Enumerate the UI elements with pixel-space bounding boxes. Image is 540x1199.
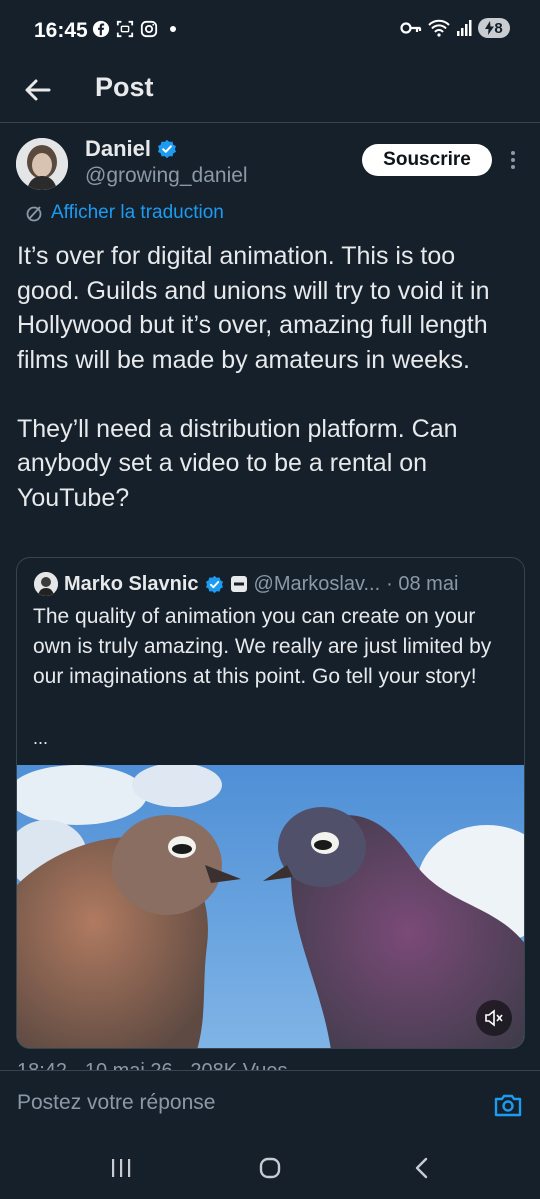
quoted-post-date: · 08 mai: [386, 572, 459, 595]
screenshot-icon: [116, 20, 134, 38]
quoted-author-avatar: [34, 572, 58, 596]
speaker-muted-icon: [485, 1009, 503, 1027]
recents-icon[interactable]: [110, 1158, 132, 1178]
quoted-post-ellipsis: ...: [33, 728, 49, 748]
wifi-icon: [428, 19, 450, 37]
reply-input[interactable]: [17, 1091, 457, 1115]
charging-bolt-icon: [485, 21, 495, 35]
battery-indicator: 8: [478, 18, 510, 38]
nav-back-icon[interactable]: [414, 1157, 430, 1179]
quoted-post[interactable]: Marko Slavnic @Markoslav... · 08 mai The…: [16, 557, 525, 1049]
post-text: It’s over for digital animation. This is…: [17, 242, 490, 512]
verified-badge-icon: [158, 139, 177, 159]
translate-label[interactable]: Afficher la traduction: [51, 202, 224, 224]
facebook-icon: [92, 20, 110, 38]
status-time: 16:45: [34, 19, 88, 42]
subscribe-button[interactable]: Souscrire: [362, 144, 492, 176]
author-avatar-image: [16, 138, 68, 190]
top-app-bar: Post: [0, 60, 540, 122]
battery-level: 8: [494, 19, 503, 37]
status-bar: 16:45 8: [0, 0, 540, 60]
quoted-post-text: The quality of animation you can create …: [33, 605, 492, 688]
status-notification-icons: [92, 20, 176, 38]
status-system-icons: 8: [400, 18, 510, 38]
instagram-icon: [140, 20, 158, 38]
camera-icon[interactable]: [493, 1090, 523, 1120]
more-notifications-dot: [170, 26, 176, 32]
quoted-post-video[interactable]: [17, 765, 524, 1048]
home-icon[interactable]: [259, 1157, 281, 1179]
reply-bar: [0, 1070, 540, 1138]
author-name[interactable]: Daniel: [85, 136, 151, 162]
mute-button[interactable]: [476, 1000, 512, 1036]
quoted-author-name: Marko Slavnic: [64, 572, 199, 595]
author-handle[interactable]: @growing_daniel: [85, 164, 248, 188]
signal-icon: [457, 20, 472, 36]
affiliate-badge-icon: [230, 576, 247, 592]
translate-link[interactable]: Afficher la traduction: [24, 202, 224, 224]
author-avatar[interactable]: [16, 138, 68, 190]
author-name-row[interactable]: Daniel: [85, 136, 177, 162]
translate-icon: [26, 206, 42, 222]
system-navigation-bar: [0, 1138, 540, 1199]
back-arrow-icon[interactable]: [20, 72, 56, 108]
verified-badge-icon: [205, 575, 223, 593]
more-options-icon[interactable]: [506, 148, 520, 172]
page-title: Post: [95, 72, 154, 102]
key-icon: [400, 22, 422, 34]
video-frame-pigeons: [17, 765, 524, 1048]
quoted-post-header: Marko Slavnic @Markoslav... · 08 mai: [34, 572, 514, 596]
header-divider: [0, 122, 540, 123]
quoted-author-handle: @Markoslav...: [253, 572, 381, 595]
